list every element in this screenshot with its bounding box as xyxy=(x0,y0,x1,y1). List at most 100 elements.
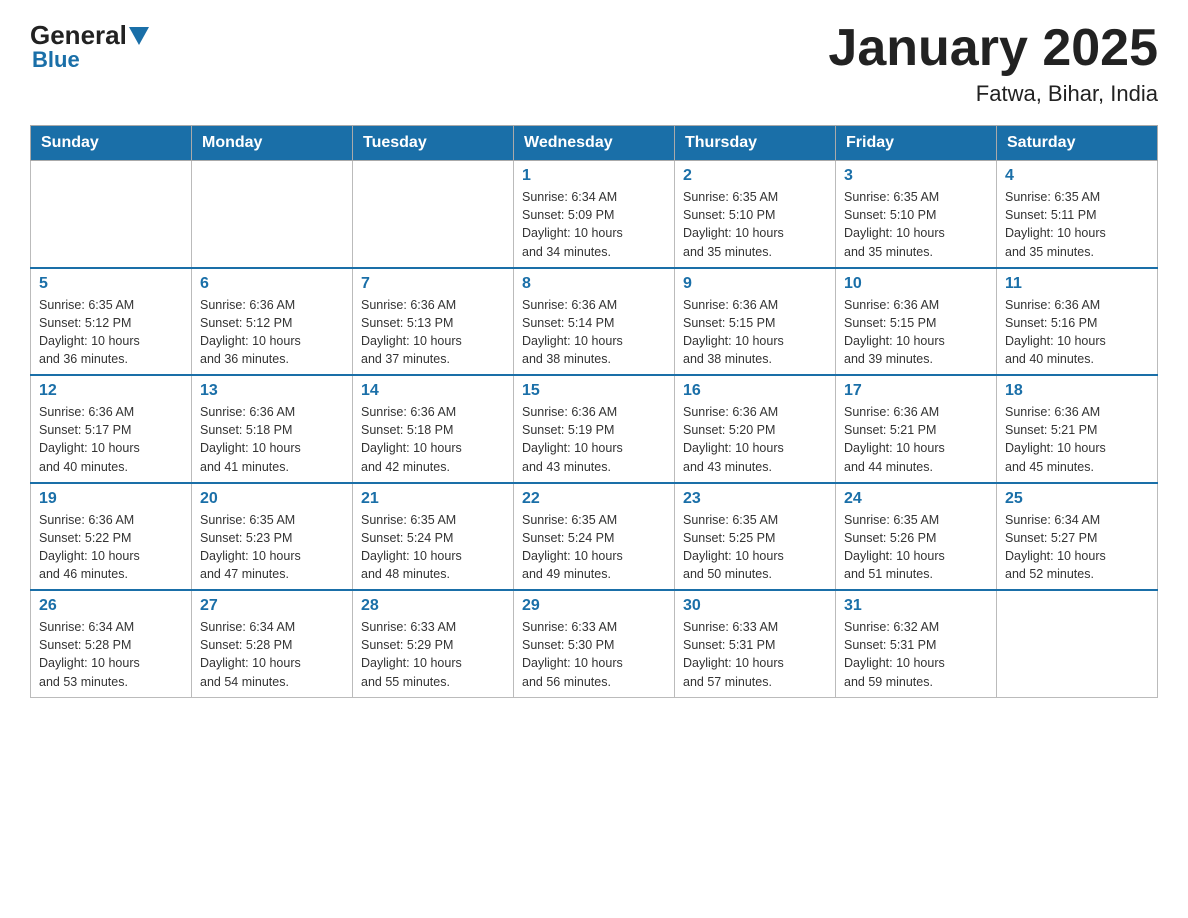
logo-blue: Blue xyxy=(32,47,80,73)
day-number: 7 xyxy=(361,275,505,293)
day-info: Sunrise: 6:34 AMSunset: 5:28 PMDaylight:… xyxy=(200,618,344,691)
day-info: Sunrise: 6:36 AMSunset: 5:19 PMDaylight:… xyxy=(522,403,666,476)
calendar-cell xyxy=(192,161,353,268)
day-info: Sunrise: 6:36 AMSunset: 5:15 PMDaylight:… xyxy=(683,296,827,369)
calendar-table: SundayMondayTuesdayWednesdayThursdayFrid… xyxy=(30,125,1158,698)
day-info: Sunrise: 6:35 AMSunset: 5:24 PMDaylight:… xyxy=(522,511,666,584)
calendar-header-friday: Friday xyxy=(836,126,997,161)
day-info: Sunrise: 6:35 AMSunset: 5:12 PMDaylight:… xyxy=(39,296,183,369)
day-number: 31 xyxy=(844,597,988,615)
calendar-cell: 6 Sunrise: 6:36 AMSunset: 5:12 PMDaylight… xyxy=(192,268,353,376)
day-info: Sunrise: 6:36 AMSunset: 5:22 PMDaylight:… xyxy=(39,511,183,584)
day-number: 26 xyxy=(39,597,183,615)
day-number: 3 xyxy=(844,167,988,185)
day-info: Sunrise: 6:34 AMSunset: 5:27 PMDaylight:… xyxy=(1005,511,1149,584)
day-number: 30 xyxy=(683,597,827,615)
calendar-week-row: 26 Sunrise: 6:34 AMSunset: 5:28 PMDayligh… xyxy=(31,590,1158,697)
day-number: 16 xyxy=(683,382,827,400)
calendar-cell: 28Sunrise: 6:33 AMSunset: 5:29 PMDayligh… xyxy=(353,590,514,697)
calendar-header-thursday: Thursday xyxy=(675,126,836,161)
calendar-week-row: 1 Sunrise: 6:34 AMSunset: 5:09 PMDaylight… xyxy=(31,161,1158,268)
calendar-cell: 30 Sunrise: 6:33 AMSunset: 5:31 PMDayligh… xyxy=(675,590,836,697)
calendar-cell: 8 Sunrise: 6:36 AMSunset: 5:14 PMDaylight… xyxy=(514,268,675,376)
calendar-cell: 5 Sunrise: 6:35 AMSunset: 5:12 PMDaylight… xyxy=(31,268,192,376)
calendar-cell: 13 Sunrise: 6:36 AMSunset: 5:18 PMDayligh… xyxy=(192,375,353,483)
logo-area: General Blue xyxy=(30,20,151,73)
day-number: 28 xyxy=(361,597,505,615)
day-info: Sunrise: 6:36 AMSunset: 5:21 PMDaylight:… xyxy=(1005,403,1149,476)
day-info: Sunrise: 6:35 AMSunset: 5:25 PMDaylight:… xyxy=(683,511,827,584)
calendar-cell xyxy=(997,590,1158,697)
day-number: 6 xyxy=(200,275,344,293)
day-number: 11 xyxy=(1005,275,1149,293)
day-number: 17 xyxy=(844,382,988,400)
day-number: 2 xyxy=(683,167,827,185)
day-number: 19 xyxy=(39,490,183,508)
calendar-cell: 12 Sunrise: 6:36 AMSunset: 5:17 PMDayligh… xyxy=(31,375,192,483)
calendar-cell xyxy=(31,161,192,268)
day-number: 10 xyxy=(844,275,988,293)
calendar-cell: 9 Sunrise: 6:36 AMSunset: 5:15 PMDaylight… xyxy=(675,268,836,376)
day-number: 8 xyxy=(522,275,666,293)
day-info: Sunrise: 6:35 AMSunset: 5:11 PMDaylight:… xyxy=(1005,188,1149,261)
calendar-cell: 16 Sunrise: 6:36 AMSunset: 5:20 PMDayligh… xyxy=(675,375,836,483)
day-number: 14 xyxy=(361,382,505,400)
day-info: Sunrise: 6:36 AMSunset: 5:12 PMDaylight:… xyxy=(200,296,344,369)
calendar-header-monday: Monday xyxy=(192,126,353,161)
calendar-header-tuesday: Tuesday xyxy=(353,126,514,161)
day-info: Sunrise: 6:35 AMSunset: 5:10 PMDaylight:… xyxy=(683,188,827,261)
day-number: 20 xyxy=(200,490,344,508)
calendar-cell: 31 Sunrise: 6:32 AMSunset: 5:31 PMDayligh… xyxy=(836,590,997,697)
day-info: Sunrise: 6:33 AMSunset: 5:30 PMDaylight:… xyxy=(522,618,666,691)
calendar-subtitle: Fatwa, Bihar, India xyxy=(828,81,1158,107)
day-number: 27 xyxy=(200,597,344,615)
day-number: 24 xyxy=(844,490,988,508)
day-info: Sunrise: 6:36 AMSunset: 5:13 PMDaylight:… xyxy=(361,296,505,369)
day-info: Sunrise: 6:34 AMSunset: 5:09 PMDaylight:… xyxy=(522,188,666,261)
day-info: Sunrise: 6:36 AMSunset: 5:18 PMDaylight:… xyxy=(361,403,505,476)
calendar-cell: 11 Sunrise: 6:36 AMSunset: 5:16 PMDayligh… xyxy=(997,268,1158,376)
day-info: Sunrise: 6:35 AMSunset: 5:23 PMDaylight:… xyxy=(200,511,344,584)
day-number: 9 xyxy=(683,275,827,293)
day-info: Sunrise: 6:33 AMSunset: 5:31 PMDaylight:… xyxy=(683,618,827,691)
calendar-cell: 4 Sunrise: 6:35 AMSunset: 5:11 PMDaylight… xyxy=(997,161,1158,268)
day-number: 25 xyxy=(1005,490,1149,508)
day-number: 22 xyxy=(522,490,666,508)
day-info: Sunrise: 6:35 AMSunset: 5:24 PMDaylight:… xyxy=(361,511,505,584)
calendar-cell: 20 Sunrise: 6:35 AMSunset: 5:23 PMDayligh… xyxy=(192,483,353,591)
calendar-week-row: 12 Sunrise: 6:36 AMSunset: 5:17 PMDayligh… xyxy=(31,375,1158,483)
calendar-header-wednesday: Wednesday xyxy=(514,126,675,161)
calendar-header-saturday: Saturday xyxy=(997,126,1158,161)
calendar-cell: 18Sunrise: 6:36 AMSunset: 5:21 PMDayligh… xyxy=(997,375,1158,483)
calendar-week-row: 5 Sunrise: 6:35 AMSunset: 5:12 PMDaylight… xyxy=(31,268,1158,376)
calendar-cell xyxy=(353,161,514,268)
calendar-cell: 7 Sunrise: 6:36 AMSunset: 5:13 PMDaylight… xyxy=(353,268,514,376)
day-info: Sunrise: 6:32 AMSunset: 5:31 PMDaylight:… xyxy=(844,618,988,691)
day-info: Sunrise: 6:36 AMSunset: 5:18 PMDaylight:… xyxy=(200,403,344,476)
calendar-cell: 27 Sunrise: 6:34 AMSunset: 5:28 PMDayligh… xyxy=(192,590,353,697)
day-number: 23 xyxy=(683,490,827,508)
day-number: 12 xyxy=(39,382,183,400)
day-number: 13 xyxy=(200,382,344,400)
day-info: Sunrise: 6:36 AMSunset: 5:17 PMDaylight:… xyxy=(39,403,183,476)
day-info: Sunrise: 6:35 AMSunset: 5:26 PMDaylight:… xyxy=(844,511,988,584)
calendar-cell: 15Sunrise: 6:36 AMSunset: 5:19 PMDayligh… xyxy=(514,375,675,483)
logo-triangle-icon xyxy=(129,27,149,45)
day-info: Sunrise: 6:35 AMSunset: 5:10 PMDaylight:… xyxy=(844,188,988,261)
title-area: January 2025 Fatwa, Bihar, India xyxy=(828,20,1158,107)
day-number: 21 xyxy=(361,490,505,508)
day-info: Sunrise: 6:36 AMSunset: 5:14 PMDaylight:… xyxy=(522,296,666,369)
calendar-header-sunday: Sunday xyxy=(31,126,192,161)
day-info: Sunrise: 6:36 AMSunset: 5:20 PMDaylight:… xyxy=(683,403,827,476)
day-info: Sunrise: 6:36 AMSunset: 5:21 PMDaylight:… xyxy=(844,403,988,476)
day-info: Sunrise: 6:36 AMSunset: 5:16 PMDaylight:… xyxy=(1005,296,1149,369)
calendar-cell: 24 Sunrise: 6:35 AMSunset: 5:26 PMDayligh… xyxy=(836,483,997,591)
day-number: 1 xyxy=(522,167,666,185)
calendar-header-row: SundayMondayTuesdayWednesdayThursdayFrid… xyxy=(31,126,1158,161)
calendar-week-row: 19 Sunrise: 6:36 AMSunset: 5:22 PMDayligh… xyxy=(31,483,1158,591)
calendar-cell: 21 Sunrise: 6:35 AMSunset: 5:24 PMDayligh… xyxy=(353,483,514,591)
calendar-cell: 26Sunrise: 6:34 AMSunset: 5:28 PMDayligh… xyxy=(31,590,192,697)
day-number: 4 xyxy=(1005,167,1149,185)
day-number: 5 xyxy=(39,275,183,293)
page-header: General Blue January 2025 Fatwa, Bihar, … xyxy=(30,20,1158,107)
